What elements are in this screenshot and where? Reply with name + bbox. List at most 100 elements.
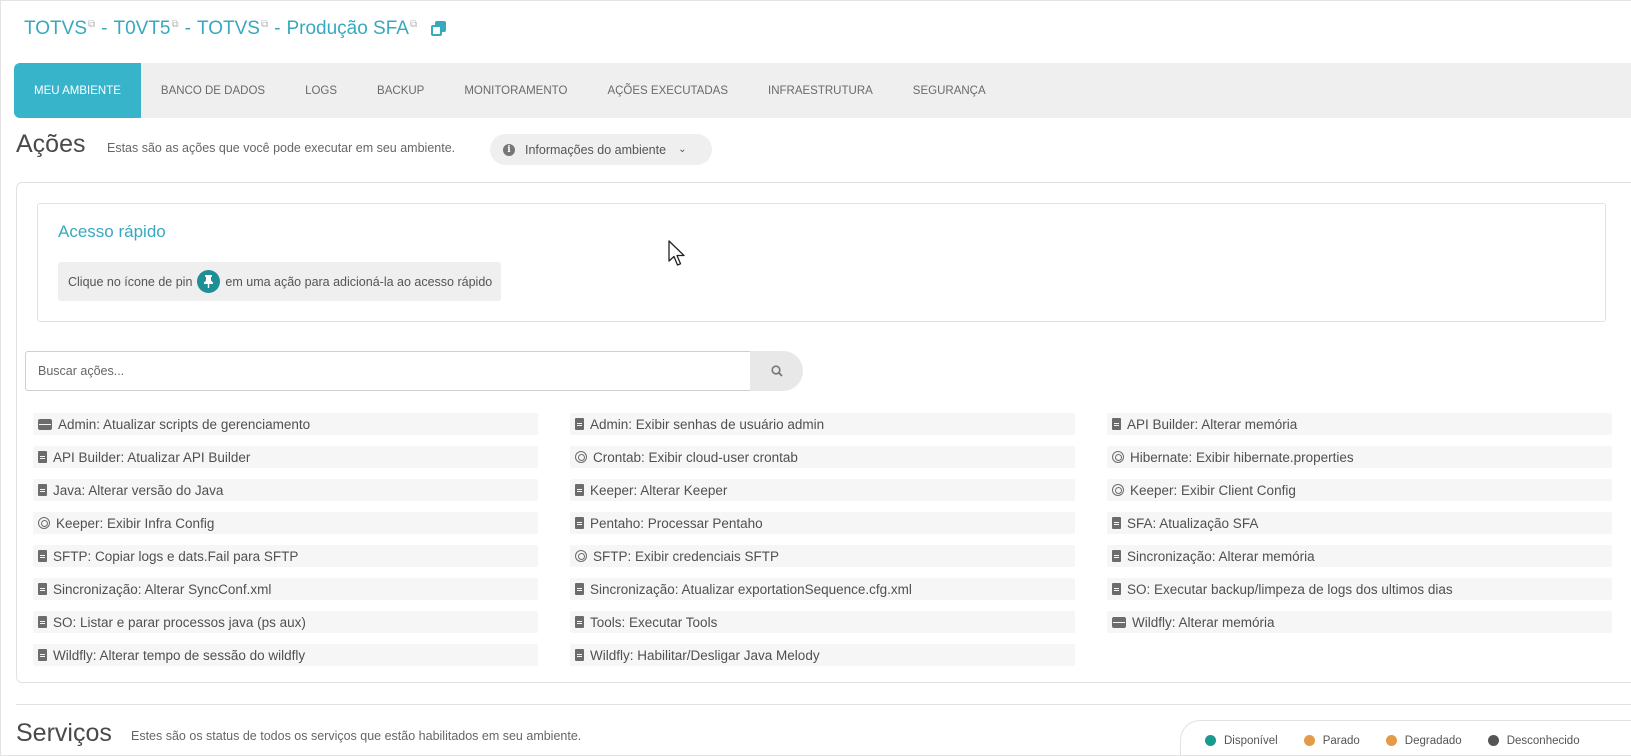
action-item[interactable]: Sincronização: Alterar memória: [1107, 545, 1612, 567]
document-icon: [575, 616, 584, 628]
action-item[interactable]: SO: Listar e parar processos java (ps au…: [33, 611, 538, 633]
search-button[interactable]: [750, 351, 803, 391]
action-item[interactable]: SFTP: Copiar logs e dats.Fail para SFTP: [33, 545, 538, 567]
tab-seguranca[interactable]: SEGURANÇA: [893, 63, 1006, 118]
action-item[interactable]: Sincronização: Atualizar exportationSequ…: [570, 578, 1075, 600]
tab-logs[interactable]: LOGS: [285, 63, 357, 118]
external-link-icon[interactable]: ⧉: [410, 19, 417, 30]
document-icon: [38, 616, 47, 628]
action-item[interactable]: Java: Alterar versão do Java: [33, 479, 538, 501]
action-item[interactable]: Wildfly: Habilitar/Desligar Java Melody: [570, 644, 1075, 666]
document-icon: [1112, 583, 1121, 595]
action-item[interactable]: API Builder: Alterar memória: [1107, 413, 1612, 435]
server-icon: [1112, 616, 1126, 628]
quick-access-hint-after: em uma ação para adicioná-la ao acesso r…: [225, 274, 493, 289]
document-icon: [38, 484, 47, 496]
quick-access-hint: Clique no ícone de pin em uma ação para …: [58, 262, 501, 301]
document-icon: [38, 550, 47, 562]
action-item[interactable]: Tools: Executar Tools: [570, 611, 1075, 633]
action-item[interactable]: Sincronização: Alterar SyncConf.xml: [33, 578, 538, 600]
action-item[interactable]: Keeper: Alterar Keeper: [570, 479, 1075, 501]
breadcrumb-item-code[interactable]: T0VT5 ⧉: [113, 18, 178, 40]
tab-acoes-executadas[interactable]: AÇÕES EXECUTADAS: [587, 63, 748, 118]
tab-backup[interactable]: BACKUP: [357, 63, 444, 118]
breadcrumb-item-client[interactable]: TOTVS ⧉: [24, 18, 95, 40]
action-item[interactable]: Keeper: Exibir Client Config: [1107, 479, 1612, 501]
external-link-icon[interactable]: ⧉: [261, 19, 268, 30]
pin-icon: [197, 270, 221, 293]
action-label: SO: Executar backup/limpeza de logs dos …: [1127, 581, 1453, 597]
chevron-down-icon: ⌄: [678, 144, 687, 155]
services-title: Serviços: [16, 719, 112, 747]
legend-item: Desconhecido: [1487, 734, 1580, 747]
action-label: Crontab: Exibir cloud-user crontab: [593, 449, 798, 465]
document-icon: [38, 451, 47, 463]
action-item[interactable]: API Builder: Atualizar API Builder: [33, 446, 538, 468]
document-icon: [1112, 550, 1121, 562]
action-label: Tools: Executar Tools: [590, 614, 718, 630]
document-icon: [1112, 517, 1121, 529]
eye-icon: [1112, 484, 1124, 496]
action-item[interactable]: Crontab: Exibir cloud-user crontab: [570, 446, 1075, 468]
divider: [16, 704, 1631, 705]
info-icon: i: [503, 143, 515, 156]
breadcrumb-item-org[interactable]: TOTVS ⧉: [197, 18, 268, 40]
document-icon: [575, 484, 584, 496]
action-item[interactable]: Admin: Exibir senhas de usuário admin: [570, 413, 1075, 435]
action-label: API Builder: Alterar memória: [1127, 416, 1298, 432]
action-item[interactable]: SFTP: Exibir credenciais SFTP: [570, 545, 1075, 567]
mouse-cursor-icon: [668, 240, 685, 266]
copy-icon[interactable]: [431, 21, 447, 37]
action-label: Keeper: Exibir Client Config: [1130, 482, 1296, 498]
action-item[interactable]: SO: Executar backup/limpeza de logs dos …: [1107, 578, 1612, 600]
breadcrumb-item-environment[interactable]: Produção SFA ⧉: [286, 18, 417, 40]
eye-icon: [575, 550, 587, 562]
legend-item: Parado: [1303, 734, 1360, 747]
environment-info-label: Informações do ambiente: [525, 142, 667, 157]
legend-label: Degradado: [1404, 734, 1462, 747]
action-label: SFTP: Exibir credenciais SFTP: [593, 548, 780, 564]
action-label: Keeper: Exibir Infra Config: [56, 515, 215, 531]
action-item[interactable]: Pentaho: Processar Pentaho: [570, 512, 1075, 534]
action-label: Sincronização: Atualizar exportationSequ…: [590, 581, 912, 597]
quick-access-title: Acesso rápido: [58, 222, 166, 241]
document-icon: [575, 418, 584, 430]
status-dot-icon: [1487, 735, 1499, 746]
eye-icon: [1112, 451, 1124, 463]
actions-subtitle: Estas são as ações que você pode executa…: [107, 141, 456, 155]
action-item[interactable]: SFA: Atualização SFA: [1107, 512, 1612, 534]
action-item[interactable]: Wildfly: Alterar memória: [1107, 611, 1612, 633]
legend-item: Disponível: [1205, 735, 1278, 747]
search-input[interactable]: [25, 351, 751, 391]
eye-icon: [575, 451, 587, 463]
environment-info-button[interactable]: i Informações do ambiente ⌄: [490, 134, 712, 165]
external-link-icon[interactable]: ⧉: [172, 19, 179, 30]
action-label: Admin: Atualizar scripts de gerenciament…: [58, 416, 311, 432]
action-label: Sincronização: Alterar SyncConf.xml: [53, 581, 272, 597]
action-label: Pentaho: Processar Pentaho: [590, 515, 763, 531]
legend-label: Parado: [1322, 734, 1360, 747]
action-label: Wildfly: Habilitar/Desligar Java Melody: [590, 647, 820, 663]
action-label: Hibernate: Exibir hibernate.properties: [1130, 449, 1354, 465]
action-item[interactable]: Admin: Atualizar scripts de gerenciament…: [33, 413, 538, 435]
action-label: Wildfly: Alterar memória: [1132, 614, 1275, 630]
action-list: Admin: Atualizar scripts de gerenciament…: [33, 413, 1613, 666]
action-item[interactable]: Wildfly: Alterar tempo de sessão do wild…: [33, 644, 538, 666]
status-dot-icon: [1205, 735, 1216, 746]
action-label: SFA: Atualização SFA: [1127, 515, 1259, 531]
tab-banco-de-dados[interactable]: BANCO DE DADOS: [141, 63, 285, 118]
tab-infraestrutura[interactable]: INFRAESTRUTURA: [748, 63, 893, 118]
tab-meu-ambiente[interactable]: MEU AMBIENTE: [14, 63, 141, 118]
tab-monitoramento[interactable]: MONITORAMENTO: [444, 63, 587, 118]
document-icon: [38, 583, 47, 595]
search-icon: [770, 365, 783, 377]
status-legend: Disponível Parado Degradado Desconhecido: [1180, 720, 1631, 756]
action-item[interactable]: Hibernate: Exibir hibernate.properties: [1107, 446, 1612, 468]
legend-label: Disponível: [1224, 734, 1278, 747]
legend-item: Degradado: [1385, 734, 1462, 747]
document-icon: [38, 649, 47, 661]
action-label: SFTP: Copiar logs e dats.Fail para SFTP: [53, 548, 299, 564]
external-link-icon[interactable]: ⧉: [88, 19, 95, 30]
legend-label: Desconhecido: [1506, 734, 1580, 747]
action-item[interactable]: Keeper: Exibir Infra Config: [33, 512, 538, 534]
